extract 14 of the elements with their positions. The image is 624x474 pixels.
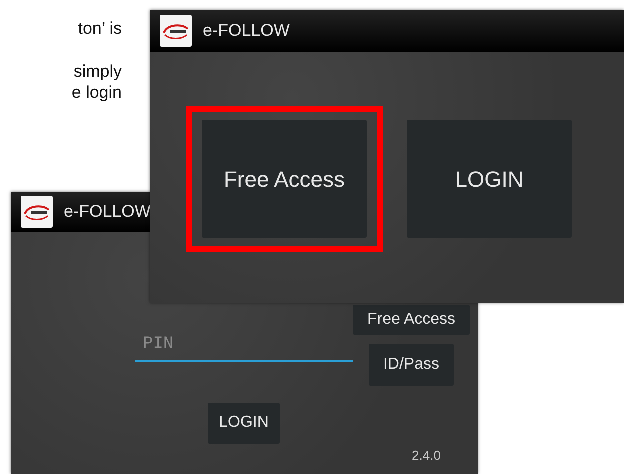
window-title: e-FOLLOW xyxy=(203,20,290,42)
login-button[interactable]: LOGIN xyxy=(208,402,280,444)
document-text: e login xyxy=(70,82,122,103)
menu-button[interactable]: LOGIN xyxy=(407,120,572,238)
id-pass-button[interactable]: ID/Pass xyxy=(369,344,454,386)
document-text: simply xyxy=(72,61,122,82)
menu-button[interactable]: Free Access xyxy=(202,120,367,238)
pin-input-field[interactable]: PIN xyxy=(135,332,353,362)
version-label: 2.4.0 xyxy=(412,447,441,465)
free-access-button[interactable]: Free Access xyxy=(353,305,470,335)
window-title: e-FOLLOW xyxy=(64,201,151,224)
document-text: ton’ is xyxy=(77,18,122,39)
app-logo-icon xyxy=(21,196,53,228)
app-logo-icon xyxy=(160,15,192,47)
